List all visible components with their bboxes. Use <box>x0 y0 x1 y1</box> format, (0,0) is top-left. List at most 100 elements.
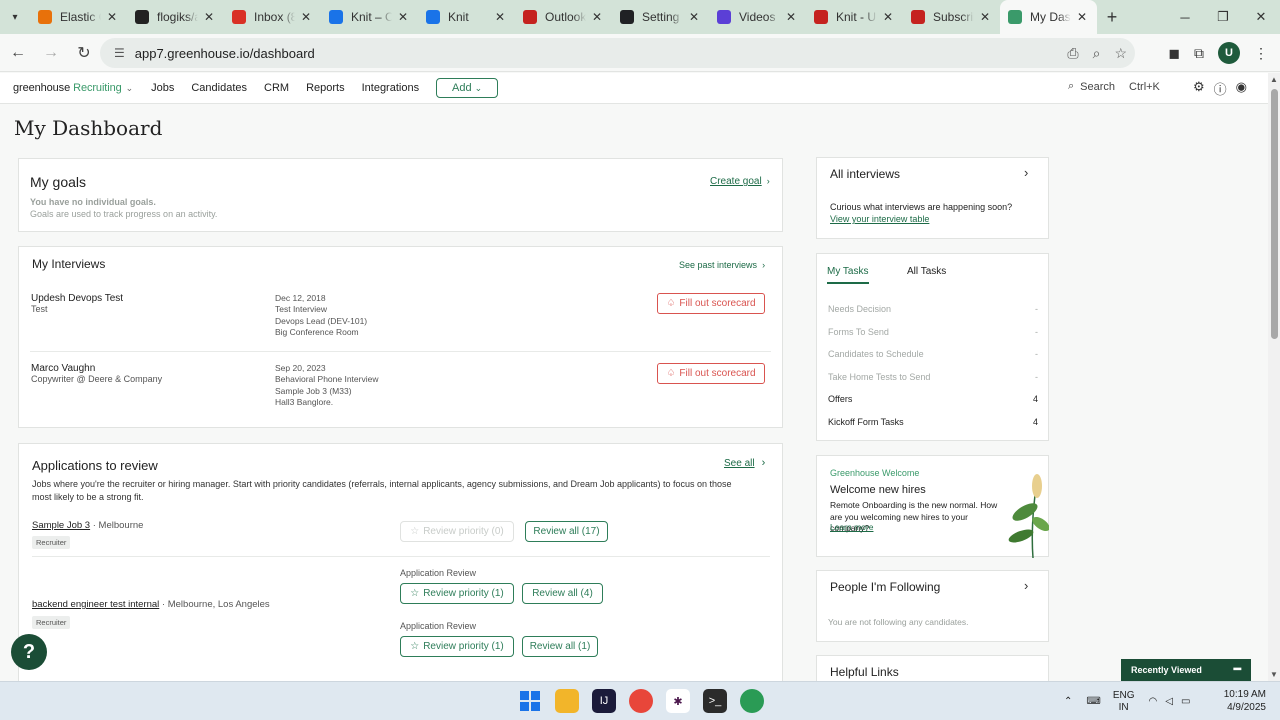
terminal-icon[interactable]: >_ <box>703 689 727 713</box>
browser-tab[interactable]: Subscrib ✕ <box>903 0 1000 34</box>
tab-my-tasks[interactable]: My Tasks <box>827 266 869 277</box>
keyboard-icon[interactable]: ⌨ <box>1086 696 1100 707</box>
task-row[interactable]: Forms To Send - <box>828 327 1038 337</box>
chevron-right-icon[interactable]: › <box>1024 165 1028 180</box>
restore-icon[interactable]: ❐ <box>1204 0 1242 34</box>
volume-icon[interactable]: ◁ <box>1165 696 1173 707</box>
browser-tab[interactable]: Knit – C ✕ <box>321 0 418 34</box>
scroll-thumb[interactable] <box>1271 89 1278 339</box>
close-tab-icon[interactable]: ✕ <box>784 10 798 24</box>
close-tab-icon[interactable]: ✕ <box>687 10 701 24</box>
browser-tab[interactable]: flogiks/a ✕ <box>127 0 224 34</box>
create-goal-link[interactable]: Create goal › <box>710 175 770 187</box>
scroll-down-icon[interactable]: ▼ <box>1270 670 1278 679</box>
browser-tab[interactable]: Videos ✕ <box>709 0 806 34</box>
kebab-menu-icon[interactable]: ⋮ <box>1254 45 1268 62</box>
review-priority-button[interactable]: ☆ Review priority (1) <box>400 636 514 657</box>
back-icon[interactable]: ← <box>3 38 33 68</box>
bookmark-star-icon[interactable]: ☆ <box>1114 45 1127 62</box>
windows-start-icon[interactable] <box>518 689 542 713</box>
close-tab-icon[interactable]: ✕ <box>493 10 507 24</box>
nav-reports[interactable]: Reports <box>306 82 345 94</box>
review-priority-button[interactable]: ☆ Review priority (1) <box>400 583 514 604</box>
page-scrollbar[interactable]: ▲ ▼ <box>1268 73 1280 681</box>
review-all-button[interactable]: Review all (4) <box>522 583 603 604</box>
chevron-right-icon[interactable]: › <box>1024 578 1028 593</box>
forward-icon[interactable]: → <box>36 38 66 68</box>
language-indicator[interactable]: ENG IN <box>1113 690 1135 714</box>
close-tab-icon[interactable]: ✕ <box>202 10 216 24</box>
review-all-button[interactable]: Review all (17) <box>525 521 608 542</box>
past-interviews-link[interactable]: See past interviews › <box>679 259 765 271</box>
recently-viewed-panel[interactable]: Recently Viewed ━ <box>1121 659 1251 681</box>
task-row[interactable]: Candidates to Schedule - <box>828 349 1038 359</box>
extension-puzzle-icon[interactable]: ◼ <box>1168 45 1180 62</box>
interview-candidate[interactable]: Marco Vaughn <box>31 363 95 374</box>
close-tab-icon[interactable]: ✕ <box>105 10 119 24</box>
battery-icon[interactable]: ▭ <box>1181 696 1190 707</box>
browser-tab[interactable]: Elastic C ✕ <box>30 0 127 34</box>
task-row[interactable]: Kickoff Form Tasks 4 <box>828 417 1038 427</box>
clock[interactable]: 10:19 AM 4/9/2025 <box>1224 688 1266 714</box>
close-tab-icon[interactable]: ✕ <box>881 10 895 24</box>
nav-integrations[interactable]: Integrations <box>362 82 419 94</box>
job-link[interactable]: Sample Job 3 <box>32 520 90 531</box>
see-all-link[interactable]: See all › <box>724 457 765 469</box>
site-info-icon[interactable]: ☰ <box>114 46 125 60</box>
new-tab-button[interactable]: + <box>1097 7 1127 28</box>
all-interviews-card[interactable]: All interviews › Curious what interviews… <box>816 157 1049 239</box>
nav-candidates[interactable]: Candidates <box>191 82 247 94</box>
slack-icon[interactable]: ✱ <box>666 689 690 713</box>
greenhouse-logo[interactable]: greenhouse Recruiting ⌄ <box>13 82 133 94</box>
task-row[interactable]: Take Home Tests to Send - <box>828 372 1038 382</box>
browser-tab[interactable]: Setting ✕ <box>612 0 709 34</box>
browser-tab[interactable]: Knit ✕ <box>418 0 515 34</box>
chrome-icon[interactable] <box>629 689 653 713</box>
profile-avatar[interactable]: U <box>1218 42 1240 64</box>
close-window-icon[interactable]: ✕ <box>1242 0 1280 34</box>
url-text[interactable]: app7.greenhouse.io/dashboard <box>135 46 315 61</box>
learn-more-link[interactable]: Learn more <box>830 522 873 532</box>
extensions-icon[interactable]: ⧉ <box>1194 45 1204 62</box>
zoom-icon[interactable]: ⌕ <box>1093 45 1101 62</box>
reload-icon[interactable]: ↻ <box>69 38 99 68</box>
intellij-icon[interactable]: IJ <box>592 689 616 713</box>
address-bar[interactable]: ☰ app7.greenhouse.io/dashboard ⎙ ⌕ ☆ <box>100 38 1135 68</box>
close-tab-icon[interactable]: ✕ <box>396 10 410 24</box>
fill-scorecard-button[interactable]: ♤ Fill out scorecard <box>657 293 765 314</box>
interview-table-link[interactable]: View your interview table <box>830 214 929 224</box>
close-tab-icon[interactable]: ✕ <box>978 10 992 24</box>
browser-tab[interactable]: Inbox (8 ✕ <box>224 0 321 34</box>
tab-all-tasks[interactable]: All Tasks <box>907 266 946 277</box>
close-tab-icon[interactable]: ✕ <box>590 10 604 24</box>
job-link[interactable]: backend engineer test internal <box>32 599 159 610</box>
close-tab-icon[interactable]: ✕ <box>299 10 313 24</box>
help-chat-button[interactable]: ? <box>11 634 47 670</box>
add-button[interactable]: Add ⌄ <box>436 78 499 98</box>
task-row[interactable]: Offers 4 <box>828 394 1038 404</box>
settings-gear-icon[interactable]: ⚙ <box>1193 79 1205 98</box>
user-menu-icon[interactable]: ◉ <box>1236 79 1247 98</box>
chrome-profile-icon[interactable] <box>740 689 764 713</box>
review-all-button[interactable]: Review all (1) <box>522 636 598 657</box>
tab-search-icon[interactable]: ▾ <box>0 0 30 34</box>
minimize-icon[interactable]: ─ <box>1166 0 1204 34</box>
scroll-up-icon[interactable]: ▲ <box>1270 75 1278 84</box>
following-card[interactable]: People I'm Following › You are not follo… <box>816 570 1049 642</box>
close-tab-icon[interactable]: ✕ <box>1075 10 1089 24</box>
fill-scorecard-button[interactable]: ♤ Fill out scorecard <box>657 363 765 384</box>
global-search[interactable]: ⌕ Search Ctrl+K <box>1068 80 1160 93</box>
help-icon[interactable]: ⓘ <box>1214 79 1227 98</box>
task-row[interactable]: Needs Decision - <box>828 304 1038 314</box>
browser-tab[interactable]: Knit - U ✕ <box>806 0 903 34</box>
file-explorer-icon[interactable] <box>555 689 579 713</box>
browser-tab[interactable]: Outlook ✕ <box>515 0 612 34</box>
chevron-up-icon[interactable]: ⌃ <box>1064 696 1072 707</box>
minimize-icon[interactable]: ━ <box>1234 662 1241 676</box>
browser-tab[interactable]: My Dash ✕ <box>1000 0 1097 34</box>
review-priority-button[interactable]: ☆ Review priority (0) <box>400 521 514 542</box>
nav-crm[interactable]: CRM <box>264 82 289 94</box>
nav-jobs[interactable]: Jobs <box>151 82 174 94</box>
install-app-icon[interactable]: ⎙ <box>1067 45 1078 62</box>
wifi-icon[interactable]: ◠ <box>1149 696 1158 707</box>
